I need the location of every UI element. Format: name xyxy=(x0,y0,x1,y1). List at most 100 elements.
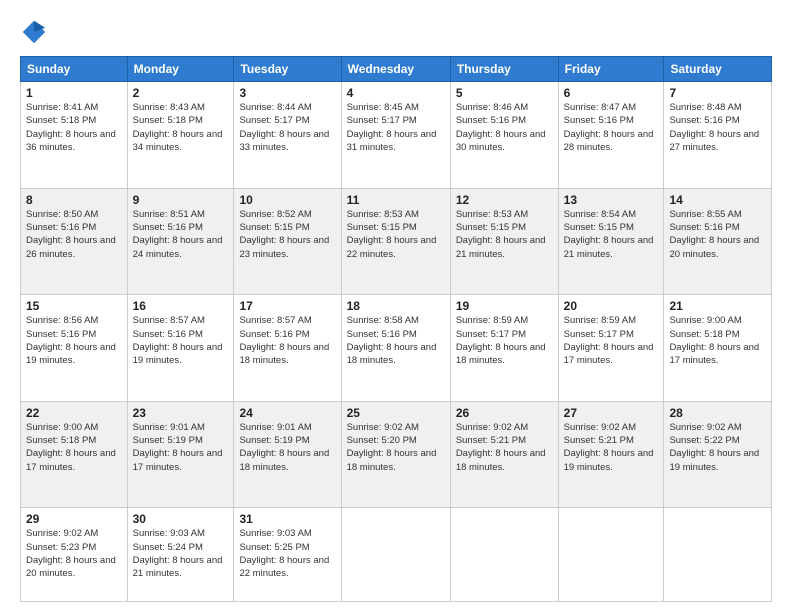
day-number: 29 xyxy=(26,512,122,526)
day-number: 18 xyxy=(347,299,445,313)
col-header-monday: Monday xyxy=(127,57,234,82)
day-number: 25 xyxy=(347,406,445,420)
day-info: Sunrise: 9:02 AM Sunset: 5:22 PM Dayligh… xyxy=(669,421,766,474)
day-info: Sunrise: 8:57 AM Sunset: 5:16 PM Dayligh… xyxy=(239,314,335,367)
header xyxy=(20,18,772,46)
day-number: 7 xyxy=(669,86,766,100)
day-info: Sunrise: 8:58 AM Sunset: 5:16 PM Dayligh… xyxy=(347,314,445,367)
calendar-cell: 13 Sunrise: 8:54 AM Sunset: 5:15 PM Dayl… xyxy=(558,188,664,295)
calendar-cell: 8 Sunrise: 8:50 AM Sunset: 5:16 PM Dayli… xyxy=(21,188,128,295)
calendar-cell: 5 Sunrise: 8:46 AM Sunset: 5:16 PM Dayli… xyxy=(450,82,558,189)
day-info: Sunrise: 8:47 AM Sunset: 5:16 PM Dayligh… xyxy=(564,101,659,154)
day-number: 31 xyxy=(239,512,335,526)
calendar-table: SundayMondayTuesdayWednesdayThursdayFrid… xyxy=(20,56,772,602)
day-info: Sunrise: 9:02 AM Sunset: 5:21 PM Dayligh… xyxy=(564,421,659,474)
calendar-row-2: 15 Sunrise: 8:56 AM Sunset: 5:16 PM Dayl… xyxy=(21,295,772,402)
calendar-cell: 30 Sunrise: 9:03 AM Sunset: 5:24 PM Dayl… xyxy=(127,508,234,602)
day-info: Sunrise: 8:52 AM Sunset: 5:15 PM Dayligh… xyxy=(239,208,335,261)
day-number: 13 xyxy=(564,193,659,207)
day-number: 21 xyxy=(669,299,766,313)
calendar-cell: 21 Sunrise: 9:00 AM Sunset: 5:18 PM Dayl… xyxy=(664,295,772,402)
calendar-cell xyxy=(341,508,450,602)
day-info: Sunrise: 8:45 AM Sunset: 5:17 PM Dayligh… xyxy=(347,101,445,154)
calendar-cell: 7 Sunrise: 8:48 AM Sunset: 5:16 PM Dayli… xyxy=(664,82,772,189)
col-header-saturday: Saturday xyxy=(664,57,772,82)
page: SundayMondayTuesdayWednesdayThursdayFrid… xyxy=(0,0,792,612)
day-info: Sunrise: 8:43 AM Sunset: 5:18 PM Dayligh… xyxy=(133,101,229,154)
day-number: 2 xyxy=(133,86,229,100)
calendar-cell: 27 Sunrise: 9:02 AM Sunset: 5:21 PM Dayl… xyxy=(558,401,664,508)
day-number: 14 xyxy=(669,193,766,207)
day-info: Sunrise: 9:02 AM Sunset: 5:20 PM Dayligh… xyxy=(347,421,445,474)
day-info: Sunrise: 8:51 AM Sunset: 5:16 PM Dayligh… xyxy=(133,208,229,261)
day-number: 15 xyxy=(26,299,122,313)
day-number: 17 xyxy=(239,299,335,313)
calendar-cell: 19 Sunrise: 8:59 AM Sunset: 5:17 PM Dayl… xyxy=(450,295,558,402)
day-number: 6 xyxy=(564,86,659,100)
day-number: 16 xyxy=(133,299,229,313)
col-header-friday: Friday xyxy=(558,57,664,82)
calendar-cell: 20 Sunrise: 8:59 AM Sunset: 5:17 PM Dayl… xyxy=(558,295,664,402)
day-info: Sunrise: 9:03 AM Sunset: 5:25 PM Dayligh… xyxy=(239,527,335,580)
calendar-cell: 11 Sunrise: 8:53 AM Sunset: 5:15 PM Dayl… xyxy=(341,188,450,295)
calendar-cell xyxy=(664,508,772,602)
day-number: 10 xyxy=(239,193,335,207)
calendar-cell: 23 Sunrise: 9:01 AM Sunset: 5:19 PM Dayl… xyxy=(127,401,234,508)
logo xyxy=(20,18,52,46)
calendar-cell: 31 Sunrise: 9:03 AM Sunset: 5:25 PM Dayl… xyxy=(234,508,341,602)
calendar-cell: 22 Sunrise: 9:00 AM Sunset: 5:18 PM Dayl… xyxy=(21,401,128,508)
day-number: 22 xyxy=(26,406,122,420)
calendar-cell: 10 Sunrise: 8:52 AM Sunset: 5:15 PM Dayl… xyxy=(234,188,341,295)
col-header-thursday: Thursday xyxy=(450,57,558,82)
day-info: Sunrise: 9:02 AM Sunset: 5:23 PM Dayligh… xyxy=(26,527,122,580)
calendar-cell: 18 Sunrise: 8:58 AM Sunset: 5:16 PM Dayl… xyxy=(341,295,450,402)
col-header-tuesday: Tuesday xyxy=(234,57,341,82)
calendar-cell: 15 Sunrise: 8:56 AM Sunset: 5:16 PM Dayl… xyxy=(21,295,128,402)
day-info: Sunrise: 9:00 AM Sunset: 5:18 PM Dayligh… xyxy=(26,421,122,474)
day-number: 9 xyxy=(133,193,229,207)
calendar-cell: 29 Sunrise: 9:02 AM Sunset: 5:23 PM Dayl… xyxy=(21,508,128,602)
day-number: 5 xyxy=(456,86,553,100)
day-number: 26 xyxy=(456,406,553,420)
col-header-sunday: Sunday xyxy=(21,57,128,82)
day-info: Sunrise: 9:00 AM Sunset: 5:18 PM Dayligh… xyxy=(669,314,766,367)
day-info: Sunrise: 8:50 AM Sunset: 5:16 PM Dayligh… xyxy=(26,208,122,261)
day-number: 27 xyxy=(564,406,659,420)
col-header-wednesday: Wednesday xyxy=(341,57,450,82)
calendar-cell: 25 Sunrise: 9:02 AM Sunset: 5:20 PM Dayl… xyxy=(341,401,450,508)
day-number: 1 xyxy=(26,86,122,100)
day-number: 28 xyxy=(669,406,766,420)
calendar-cell: 28 Sunrise: 9:02 AM Sunset: 5:22 PM Dayl… xyxy=(664,401,772,508)
calendar-cell: 4 Sunrise: 8:45 AM Sunset: 5:17 PM Dayli… xyxy=(341,82,450,189)
day-info: Sunrise: 9:02 AM Sunset: 5:21 PM Dayligh… xyxy=(456,421,553,474)
calendar-cell xyxy=(558,508,664,602)
calendar-row-0: 1 Sunrise: 8:41 AM Sunset: 5:18 PM Dayli… xyxy=(21,82,772,189)
day-info: Sunrise: 8:44 AM Sunset: 5:17 PM Dayligh… xyxy=(239,101,335,154)
day-info: Sunrise: 8:53 AM Sunset: 5:15 PM Dayligh… xyxy=(456,208,553,261)
day-number: 20 xyxy=(564,299,659,313)
day-number: 4 xyxy=(347,86,445,100)
day-info: Sunrise: 9:01 AM Sunset: 5:19 PM Dayligh… xyxy=(133,421,229,474)
calendar-cell: 9 Sunrise: 8:51 AM Sunset: 5:16 PM Dayli… xyxy=(127,188,234,295)
day-info: Sunrise: 9:01 AM Sunset: 5:19 PM Dayligh… xyxy=(239,421,335,474)
day-number: 11 xyxy=(347,193,445,207)
calendar-row-4: 29 Sunrise: 9:02 AM Sunset: 5:23 PM Dayl… xyxy=(21,508,772,602)
day-info: Sunrise: 8:57 AM Sunset: 5:16 PM Dayligh… xyxy=(133,314,229,367)
calendar-header-row: SundayMondayTuesdayWednesdayThursdayFrid… xyxy=(21,57,772,82)
day-info: Sunrise: 8:46 AM Sunset: 5:16 PM Dayligh… xyxy=(456,101,553,154)
calendar-cell: 2 Sunrise: 8:43 AM Sunset: 5:18 PM Dayli… xyxy=(127,82,234,189)
calendar-row-3: 22 Sunrise: 9:00 AM Sunset: 5:18 PM Dayl… xyxy=(21,401,772,508)
day-info: Sunrise: 8:59 AM Sunset: 5:17 PM Dayligh… xyxy=(564,314,659,367)
day-info: Sunrise: 8:59 AM Sunset: 5:17 PM Dayligh… xyxy=(456,314,553,367)
day-info: Sunrise: 8:41 AM Sunset: 5:18 PM Dayligh… xyxy=(26,101,122,154)
day-info: Sunrise: 8:48 AM Sunset: 5:16 PM Dayligh… xyxy=(669,101,766,154)
day-number: 19 xyxy=(456,299,553,313)
calendar-cell: 1 Sunrise: 8:41 AM Sunset: 5:18 PM Dayli… xyxy=(21,82,128,189)
calendar-cell xyxy=(450,508,558,602)
calendar-cell: 17 Sunrise: 8:57 AM Sunset: 5:16 PM Dayl… xyxy=(234,295,341,402)
calendar-cell: 26 Sunrise: 9:02 AM Sunset: 5:21 PM Dayl… xyxy=(450,401,558,508)
day-number: 24 xyxy=(239,406,335,420)
calendar-cell: 3 Sunrise: 8:44 AM Sunset: 5:17 PM Dayli… xyxy=(234,82,341,189)
day-number: 3 xyxy=(239,86,335,100)
day-number: 12 xyxy=(456,193,553,207)
